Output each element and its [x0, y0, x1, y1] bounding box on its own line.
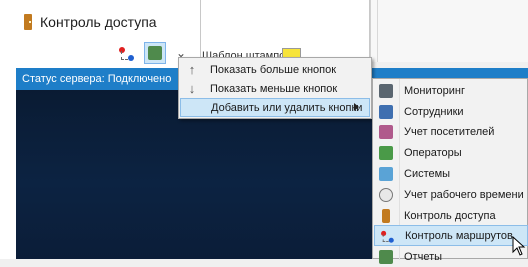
systems-icon [379, 166, 393, 181]
submenu-item-systems[interactable]: Системы [374, 163, 528, 184]
left-edge [0, 70, 16, 259]
door-icon [24, 14, 32, 30]
arrow-down-icon: ↓ [188, 81, 196, 96]
reports-icon [148, 46, 162, 60]
submenu-item-time-tracking[interactable]: Учет рабочего времени [374, 184, 528, 205]
buttons-submenu: Мониторинг Сотрудники Учет посетителей О… [372, 78, 528, 264]
nav-item-access-control[interactable]: Контроль доступа [24, 12, 157, 32]
submenu-item-employees[interactable]: Сотрудники [374, 101, 528, 122]
submenu-item-visitors[interactable]: Учет посетителей [374, 121, 528, 142]
nav-item-label: Контроль доступа [40, 14, 157, 30]
operators-icon [379, 145, 393, 160]
right-panel [370, 0, 528, 62]
menu-item-add-remove-buttons[interactable]: Добавить или удалить кнопки [180, 98, 370, 117]
submenu-item-operators[interactable]: Операторы [374, 142, 528, 163]
menu-item-show-more-buttons[interactable]: ↑ Показать больше кнопок [180, 60, 370, 79]
submenu-item-reports[interactable]: Отчеты [374, 246, 528, 267]
submenu-item-access-control[interactable]: Контроль доступа [374, 205, 528, 226]
monitoring-icon [379, 83, 393, 98]
server-status-text: Статус сервера: Подключено [22, 73, 172, 85]
route-icon[interactable] [118, 45, 134, 61]
mouse-cursor-icon [512, 236, 526, 256]
door-icon [382, 208, 390, 223]
employees-icon [379, 104, 393, 119]
reports-icon [379, 249, 393, 264]
reports-button[interactable] [144, 42, 166, 64]
context-menu: ↑ Показать больше кнопок ↓ Показать мень… [178, 57, 372, 119]
route-icon [380, 229, 394, 243]
menu-item-show-fewer-buttons[interactable]: ↓ Показать меньше кнопок [180, 79, 370, 98]
clock-icon [379, 187, 393, 202]
submenu-item-route-control[interactable]: Контроль маршрутов [374, 225, 528, 246]
arrow-up-icon: ↑ [188, 62, 196, 77]
visitors-icon [379, 124, 393, 139]
submenu-item-monitoring[interactable]: Мониторинг [374, 80, 528, 101]
submenu-arrow-icon [354, 103, 359, 111]
nav-toolbar: ⌄ [118, 42, 186, 64]
